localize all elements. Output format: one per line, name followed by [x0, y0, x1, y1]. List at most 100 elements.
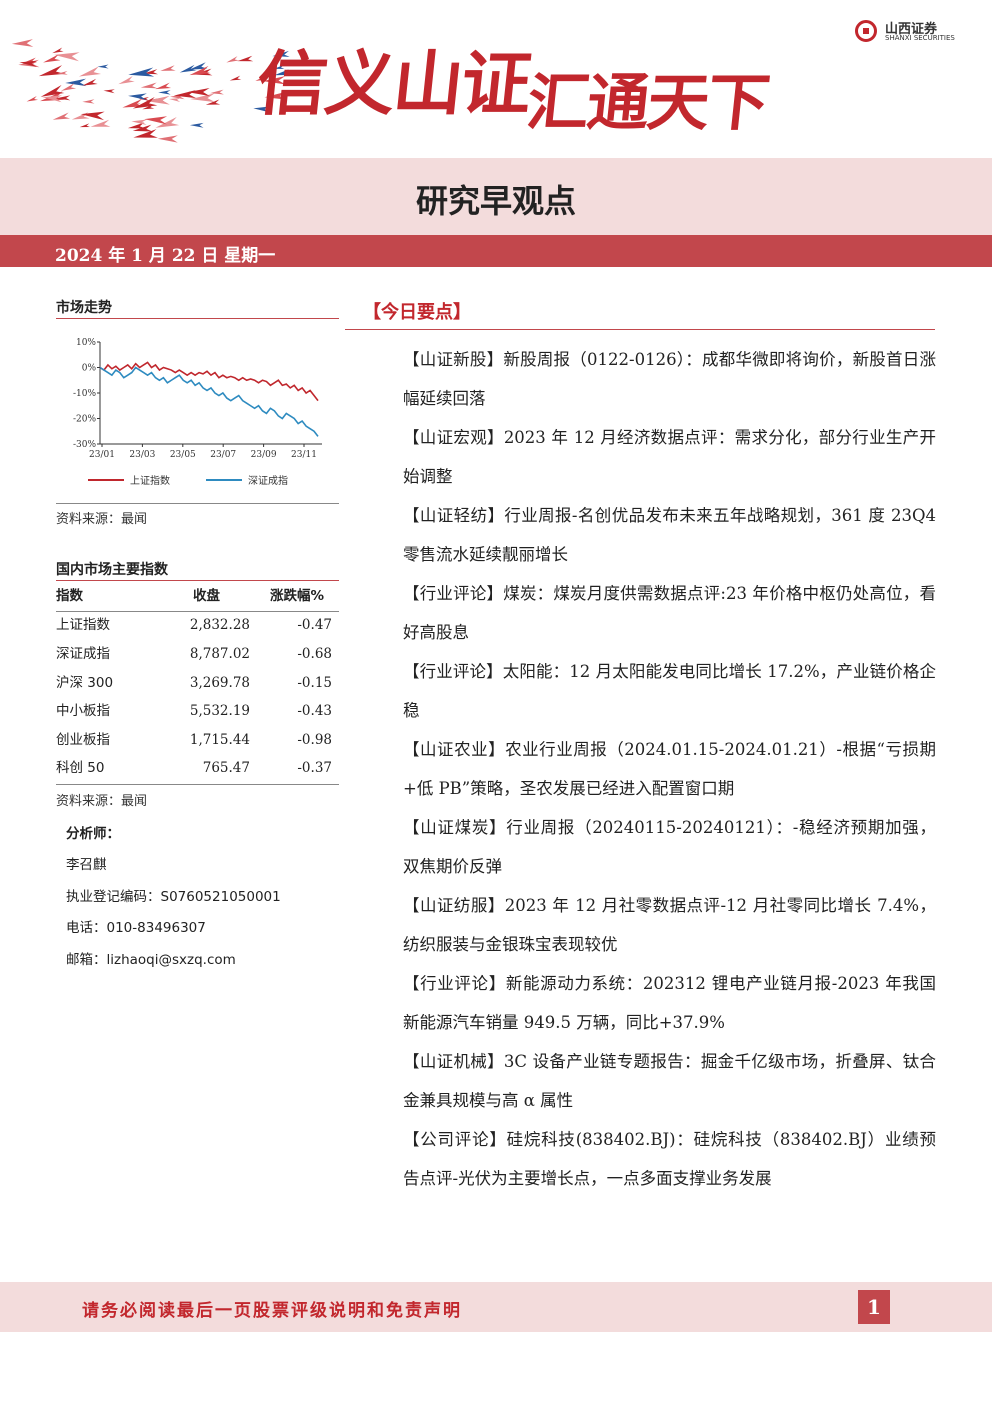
x-tick-label: 23/03: [129, 450, 155, 460]
disclaimer-notice: 请务必阅读最后一页股票评级说明和免责声明: [82, 1301, 462, 1321]
index-name: 中小板指: [56, 703, 110, 719]
index-close: 2,832.28: [189, 617, 250, 633]
market-trend-title: 市场走势: [56, 300, 112, 316]
indices-source: 资料来源：最闻: [56, 794, 148, 809]
today-highlights-title: 【今日要点】: [363, 302, 471, 323]
arrow-shape: [38, 65, 65, 77]
arrow-shape: [118, 76, 135, 85]
news-item[interactable]: 【山证煤炭】行业周报（20240115-20240121）：-稳经济预期加强，双…: [403, 808, 936, 886]
x-tick-label: 23/09: [251, 450, 277, 460]
y-tick-label: -20%: [73, 415, 96, 425]
arrow-shape: [160, 65, 176, 71]
news-item[interactable]: 【公司评论】硅烷科技(838402.BJ)：硅烷科技（838402.BJ）业绩预…: [403, 1120, 936, 1198]
index-close: 5,532.19: [189, 703, 250, 719]
y-tick-label: -10%: [73, 389, 96, 399]
index-close: 765.47: [202, 760, 250, 776]
news-item[interactable]: 【行业评论】新能源动力系统：202312 锂电产业链月报-2023 年我国新能源…: [403, 964, 936, 1042]
x-tick-label: 23/01: [89, 450, 115, 460]
table-header: 指数 收盘 涨跌幅%: [56, 582, 338, 611]
arrow-shape: [103, 89, 115, 94]
header-change: 涨跌幅%: [269, 588, 324, 604]
news-list: 【山证新股】新股周报（0122-0126）：成都华微即将询价，新股首日涨幅延续回…: [403, 340, 936, 1198]
analyst-phone: 电话：010-83496307: [66, 920, 206, 936]
index-name: 上证指数: [56, 617, 110, 633]
arrow-shape: [226, 56, 240, 63]
arrow-shape: [82, 99, 95, 104]
market-trend-chart: 10% 0% -10% -20% -30%23/01 23/03 23/05 23/07 23/…: [73, 338, 322, 487]
news-item[interactable]: 【山证宏观】2023 年 12 月经济数据点评：需求分化，部分行业生产开始调整: [403, 418, 936, 496]
index-name: 深证成指: [56, 646, 110, 662]
company-logo: 山西证券 SHANXI SECURITIES: [855, 18, 975, 46]
index-close: 8,787.02: [189, 646, 250, 662]
series-line: [99, 361, 319, 402]
arrow-shape: [144, 116, 168, 125]
index-name: 创业板指: [56, 732, 110, 748]
header-close: 收盘: [193, 588, 220, 604]
slogan-part2: 汇通天下: [523, 66, 772, 139]
index-change: -0.68: [297, 646, 332, 662]
news-item[interactable]: 【行业评论】煤炭：煤炭月度供需数据点评:23 年价格中枢仍处高位，看好高股息: [403, 574, 936, 652]
arrow-shape: [189, 122, 204, 128]
news-item[interactable]: 【山证轻纺】行业周报-名创优品发布未来五年战略规划，361 度 23Q4 零售流…: [403, 496, 936, 574]
divider: [56, 318, 339, 319]
table-row: 深证成指 8,787.02 -0.68: [56, 640, 338, 669]
news-item[interactable]: 【山证机械】3C 设备产业链专题报告：掘金千亿级市场，折叠屏、钛合金兼具规模与高…: [403, 1042, 936, 1120]
arrow-shape: [229, 75, 242, 81]
indices-title: 国内市场主要指数: [56, 562, 168, 578]
index-change: -0.37: [297, 760, 332, 776]
arrow-shape: [52, 47, 64, 54]
arrow-shape: [131, 119, 147, 126]
x-tick-label: 23/11: [291, 450, 317, 460]
analyst-email: 邮箱：lizhaoqi@sxzq.com: [66, 952, 236, 968]
chart-source: 资料来源：最闻: [56, 512, 148, 527]
divider: [56, 580, 339, 581]
arrow-shape: [11, 39, 34, 47]
table-row: 沪深 300 3,269.78 -0.15: [56, 669, 338, 698]
index-change: -0.47: [297, 617, 332, 633]
legend-label: 深证成指: [248, 474, 288, 487]
arrow-shape: [79, 123, 90, 128]
divider: [56, 784, 339, 785]
arrow-shape: [43, 54, 61, 63]
arrow-shape: [61, 83, 77, 91]
index-name: 沪深 300: [56, 675, 114, 691]
arrow-shape: [237, 55, 254, 62]
arrow-shape: [190, 93, 216, 103]
x-tick-label: 23/05: [170, 450, 196, 460]
table-row: 科创 50 765.47 -0.37: [56, 754, 338, 783]
arrow-shape: [90, 119, 111, 127]
arrow-shape: [52, 112, 71, 120]
index-change: -0.43: [297, 703, 332, 719]
news-item[interactable]: 【行业评论】太阳能：12 月太阳能发电同比增长 17.2%，产业链价格企稳: [403, 652, 936, 730]
page-title: 研究早观点: [415, 182, 576, 220]
arrow-shape: [26, 95, 38, 102]
header-name: 指数: [56, 588, 83, 604]
news-item[interactable]: 【山证纺服】2023 年 12 月社零数据点评-12 月社零同比增长 7.4%，…: [403, 886, 936, 964]
arrow-shape: [158, 90, 171, 95]
y-tick-label: 10%: [76, 338, 96, 348]
table-row: 中小板指 5,532.19 -0.43: [56, 697, 338, 726]
arrow-shape: [187, 88, 210, 96]
arrow-shape: [155, 82, 172, 90]
y-tick-label: -30%: [73, 440, 96, 450]
table-row: 上证指数 2,832.28 -0.47: [56, 611, 338, 640]
index-close: 3,269.78: [189, 675, 250, 691]
arrow-shape: [78, 66, 102, 77]
index-change: -0.98: [297, 732, 332, 748]
report-date: 2024 年 1 月 22 日 星期一: [55, 246, 276, 266]
divider: [56, 503, 339, 504]
arrow-shape: [157, 135, 178, 143]
x-tick-label: 23/07: [210, 450, 236, 460]
arrow-shape: [97, 64, 109, 69]
divider: [345, 329, 935, 330]
news-item[interactable]: 【山证新股】新股周报（0122-0126）：成都华微即将询价，新股首日涨幅延续回…: [403, 340, 936, 418]
index-name: 科创 50: [56, 760, 105, 776]
arrow-swoosh-graphic: [11, 39, 290, 143]
slogan: 信义山证汇通天下: [253, 28, 776, 139]
series-line: [99, 366, 319, 437]
logo-icon: [855, 20, 877, 42]
y-tick-label: 0%: [82, 364, 97, 374]
page-number: 1: [858, 1290, 890, 1324]
analyst-license: 执业登记编码：S0760521050001: [66, 889, 281, 905]
news-item[interactable]: 【山证农业】农业行业周报（2024.01.15-2024.01.21）-根据“亏…: [403, 730, 936, 808]
